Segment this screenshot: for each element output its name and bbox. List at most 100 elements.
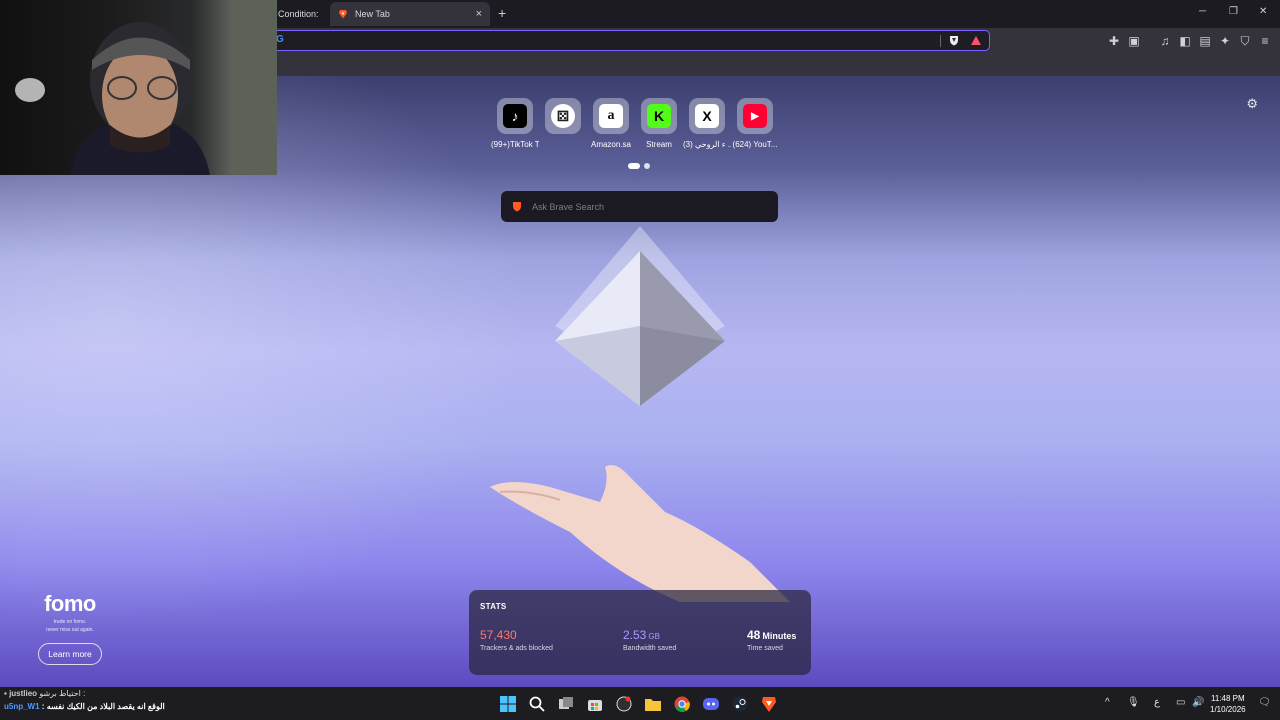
obs-icon[interactable] bbox=[614, 694, 634, 714]
site-label: (3) ء الروحي ... bbox=[683, 140, 731, 149]
steam-icon[interactable] bbox=[730, 694, 750, 714]
new-tab-button[interactable]: + bbox=[498, 5, 506, 21]
search-icon[interactable] bbox=[527, 694, 547, 714]
tab-title: New Tab bbox=[355, 9, 390, 19]
kick-icon: K bbox=[647, 104, 671, 128]
media-icon[interactable]: ♫ bbox=[1158, 34, 1172, 48]
time-unit: Minutes bbox=[762, 631, 797, 641]
search-placeholder: Ask Brave Search bbox=[532, 201, 605, 212]
screenshot-icon[interactable]: ▣ bbox=[1127, 34, 1141, 48]
site-label: (624) YouT... bbox=[732, 140, 778, 149]
brave-lion-icon bbox=[339, 10, 347, 19]
bandwidth-caption: Bandwidth saved bbox=[623, 645, 677, 652]
site-tile: X bbox=[689, 98, 725, 134]
chat-username: justlieo bbox=[9, 689, 38, 698]
microphone-icon[interactable]: 🎙 bbox=[1127, 697, 1140, 708]
sponsor-tagline: never miss out again. bbox=[46, 627, 94, 633]
tab-title: Condition: bbox=[278, 9, 319, 19]
stat-trackers: 57,430 Trackers & ads blocked bbox=[480, 628, 553, 652]
minimize-button[interactable]: ─ bbox=[1199, 6, 1206, 17]
top-sites: ♪ (99+)TikTok The best C... ⚄ a Amazon.s… bbox=[491, 98, 777, 149]
language-indicator[interactable]: ع bbox=[1154, 697, 1160, 708]
ethereum-logo-image bbox=[555, 226, 725, 406]
restore-button[interactable]: ❐ bbox=[1229, 6, 1238, 17]
tiktok-icon: ♪ bbox=[503, 104, 527, 128]
top-site-youtube[interactable]: ▶ (624) YouT... bbox=[733, 98, 777, 149]
chat-message: ▪ justlieo احتياط برشو : bbox=[4, 689, 86, 698]
chat-text: احتياط برشو : bbox=[39, 689, 86, 698]
windows-start-icon[interactable] bbox=[498, 694, 518, 714]
webcam-overlay bbox=[0, 0, 277, 175]
volume-icon[interactable]: 🔊 bbox=[1192, 697, 1204, 708]
top-site-2[interactable]: ⚄ bbox=[544, 98, 582, 149]
site-label: Amazon.sa bbox=[590, 140, 632, 149]
divider bbox=[940, 35, 941, 47]
windows-taskbar: ^ 🎙 ع ▭ 🔊 11:48 PM 1/10/2026 🗨 bbox=[0, 687, 1280, 720]
clock-time: 11:48 PM bbox=[1210, 694, 1245, 703]
store-icon[interactable] bbox=[585, 694, 605, 714]
top-site-kick[interactable]: K Stream bbox=[640, 98, 678, 149]
stats-panel: STATS 57,430 Trackers & ads blocked 2.53… bbox=[469, 590, 811, 675]
learn-more-button[interactable]: Learn more bbox=[38, 643, 102, 665]
clock[interactable]: 11:48 PM 1/10/2026 bbox=[1210, 693, 1246, 715]
top-sites-pager bbox=[628, 163, 650, 169]
chevron-up-icon[interactable]: ^ bbox=[1105, 697, 1110, 708]
trackers-caption: Trackers & ads blocked bbox=[480, 645, 553, 652]
youtube-icon: ▶ bbox=[743, 104, 767, 128]
top-site-amazon[interactable]: a Amazon.sa bbox=[591, 98, 631, 149]
top-site-x[interactable]: X (3) ء الروحي ... bbox=[683, 98, 731, 149]
dice-icon: ⚄ bbox=[551, 104, 575, 128]
stat-bandwidth: 2.53 GB Bandwidth saved bbox=[623, 628, 676, 652]
streamer-image bbox=[15, 0, 277, 175]
fomo-logo: fomo bbox=[44, 591, 96, 616]
tab-new-tab[interactable]: New Tab × bbox=[330, 2, 490, 26]
page-dot-active[interactable] bbox=[628, 163, 640, 169]
google-icon: G bbox=[276, 34, 284, 45]
page-dot[interactable] bbox=[644, 163, 650, 169]
time-caption: Time saved bbox=[747, 645, 783, 652]
chat-text: : الوقع انه يقصد البلاد من الكيك نفسه bbox=[41, 702, 165, 711]
gear-icon[interactable]: ⚙ bbox=[1246, 96, 1258, 112]
network-icon[interactable]: ▭ bbox=[1176, 697, 1185, 708]
bandwidth-value: 2.53 bbox=[623, 628, 647, 642]
chrome-icon[interactable] bbox=[672, 694, 692, 714]
address-bar[interactable]: G bbox=[270, 30, 990, 51]
file-explorer-icon[interactable] bbox=[643, 694, 663, 714]
chat-message: u5np_W1 : الوقع انه يقصد البلاد من الكيك… bbox=[4, 702, 165, 711]
sidebar-icon[interactable]: ◧ bbox=[1178, 34, 1192, 48]
menu-icon[interactable]: ≡ bbox=[1258, 34, 1272, 48]
brave-lion-icon bbox=[513, 202, 521, 212]
close-tab-icon[interactable]: × bbox=[476, 8, 482, 20]
x-icon: X bbox=[695, 104, 719, 128]
brave-search-box[interactable]: Ask Brave Search bbox=[501, 191, 778, 222]
amazon-icon: a bbox=[599, 104, 623, 128]
bandwidth-unit: GB bbox=[648, 632, 660, 641]
site-tile: K bbox=[641, 98, 677, 134]
site-label: Stream bbox=[646, 140, 672, 149]
task-view-icon[interactable] bbox=[556, 694, 576, 714]
brave-shields-icon[interactable] bbox=[949, 35, 959, 46]
stream-chat-overlay: ▪ justlieo احتياط برشو : u5np_W1 : الوقع… bbox=[4, 689, 165, 711]
clock-date: 1/10/2026 bbox=[1210, 705, 1246, 714]
sponsor-fomo: fomo trade on fomo. never miss out again… bbox=[38, 591, 102, 665]
wallet-icon[interactable]: ▤ bbox=[1198, 34, 1212, 48]
site-tile: ▶ bbox=[737, 98, 773, 134]
discord-icon[interactable] bbox=[701, 694, 721, 714]
hand-image bbox=[490, 464, 790, 602]
tab-condition[interactable]: Condition: bbox=[270, 2, 328, 26]
stat-time: 48 Minutes Time saved bbox=[747, 628, 796, 652]
brave-browser-icon[interactable] bbox=[759, 694, 779, 714]
site-label: (99+)TikTok The best C... bbox=[491, 140, 539, 149]
close-window-button[interactable]: ✕ bbox=[1259, 6, 1267, 17]
time-value: 48 bbox=[747, 628, 761, 642]
stats-title: STATS bbox=[480, 602, 507, 611]
sponsor-tagline: trade on fomo. bbox=[53, 619, 87, 625]
site-tile: ⚄ bbox=[545, 98, 581, 134]
notification-icon[interactable]: 🗨 bbox=[1258, 697, 1271, 708]
extensions-icon[interactable]: ✚ bbox=[1107, 34, 1121, 48]
vpn-icon[interactable]: ⛉ bbox=[1238, 34, 1252, 48]
top-site-tiktok[interactable]: ♪ (99+)TikTok The best C... bbox=[491, 98, 539, 149]
leo-ai-icon[interactable]: ✦ bbox=[1218, 34, 1232, 48]
brave-rewards-icon[interactable] bbox=[971, 36, 981, 45]
chat-username: u5np_W1 bbox=[4, 702, 40, 711]
